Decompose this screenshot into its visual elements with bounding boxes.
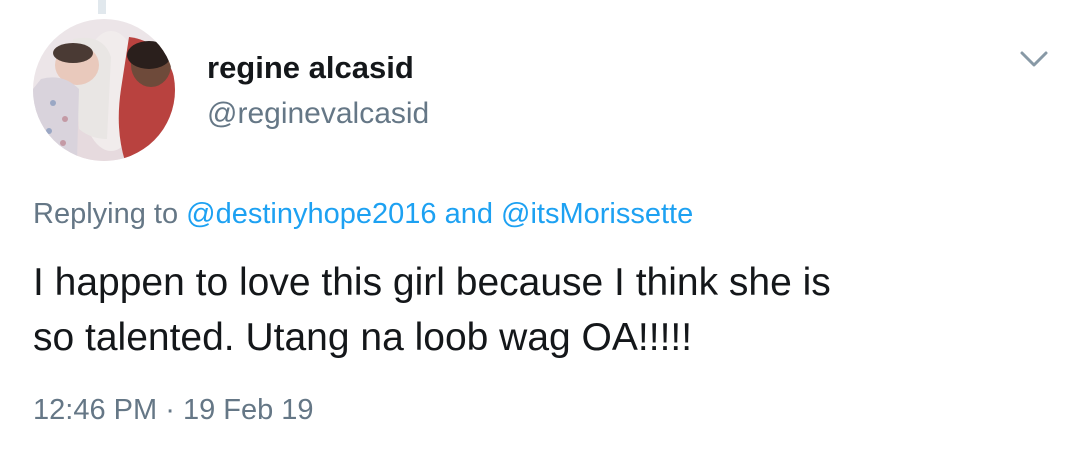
author-display-name[interactable]: regine alcasid: [207, 49, 414, 87]
tweet-date: 19 Feb 19: [182, 394, 314, 426]
thread-connector-line: [98, 0, 106, 14]
mention-link-destinyhope2016[interactable]: @destinyhope2016: [186, 198, 436, 230]
tweet-menu-button[interactable]: [1014, 44, 1054, 74]
replying-to-label: Replying to: [33, 198, 179, 230]
tweet-card: regine alcasid @reginevalcasid Replying …: [0, 0, 1080, 461]
chevron-down-icon: [1020, 51, 1048, 67]
timestamp-separator: ·: [165, 394, 175, 426]
avatar-photo: [33, 19, 175, 161]
tweet-time: 12:46 PM: [33, 394, 158, 426]
tweet-timestamp[interactable]: 12:46 PM · 19 Feb 19: [33, 392, 314, 428]
tweet-text-line: so talented. Utang na loob wag OA!!!!!: [33, 316, 693, 359]
avatar[interactable]: [33, 19, 175, 161]
replying-to-line: Replying to @destinyhope2016 and @itsMor…: [33, 196, 693, 232]
author-handle[interactable]: @reginevalcasid: [207, 95, 429, 133]
tweet-text-line: I happen to love this girl because I thi…: [33, 261, 831, 304]
mention-link-itsmorissette[interactable]: @itsMorissette: [501, 198, 693, 230]
replying-joiner: and: [444, 198, 493, 230]
tweet-text: I happen to love this girl because I thi…: [33, 255, 1043, 365]
